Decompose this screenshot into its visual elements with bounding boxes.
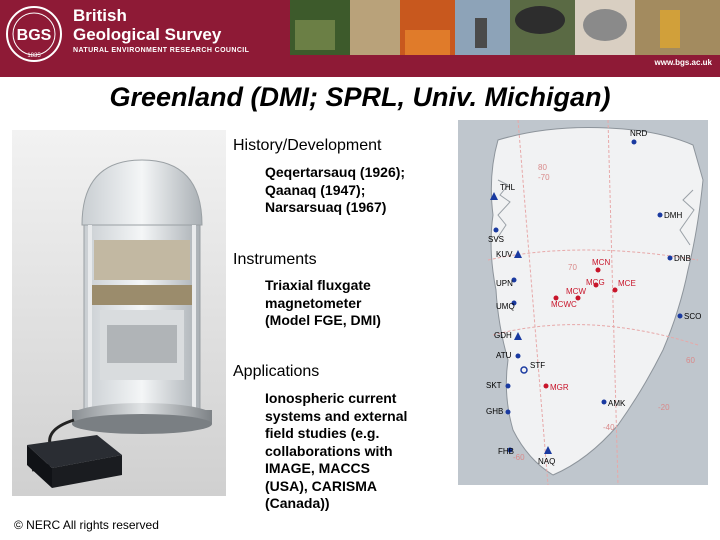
station-label: THL — [500, 183, 516, 192]
heading-history: History/Development — [233, 137, 382, 154]
applications-line: collaborations with — [265, 442, 393, 459]
station-label: GHB — [486, 407, 503, 416]
station-label: SCO — [684, 312, 701, 321]
graticule-label: -20 — [658, 403, 670, 412]
instrument-photo — [12, 130, 226, 496]
org-subtitle: NATURAL ENVIRONMENT RESEARCH COUNCIL — [73, 47, 250, 54]
logo-year: 1835 — [27, 53, 41, 59]
graticule-label: -40 — [603, 423, 615, 432]
station-label: NAQ — [538, 457, 555, 466]
history-line: Narsarsuaq (1967) — [265, 199, 387, 215]
station-label: FHB — [498, 447, 514, 456]
station-label: SKT — [486, 381, 502, 390]
bgs-logo: BGS 1835 — [5, 5, 63, 63]
station-label: MGR — [550, 383, 569, 392]
banner-photo-strip — [290, 0, 720, 55]
heading-instruments: Instruments — [233, 251, 317, 268]
logo-text: BGS — [17, 27, 52, 44]
slide-title: Greenland (DMI; SPRL, Univ. Michigan) — [109, 82, 611, 112]
applications-list: Ionospheric current systems and external… — [265, 390, 407, 513]
history-line: Qeqertarsauq (1926); — [265, 164, 406, 180]
instruments-list: Triaxial fluxgate magnetometer (Model FG… — [265, 277, 381, 330]
header-banner: BGS 1835 British Geological Survey NATUR… — [0, 0, 720, 77]
applications-line: Ionospheric current — [265, 390, 397, 406]
graticule-label: -60 — [513, 453, 525, 462]
applications-line: systems and external — [265, 407, 408, 424]
applications-line: (USA), CARISMA — [265, 477, 377, 494]
station-label: AMK — [608, 399, 626, 408]
station-label: SVS — [488, 235, 504, 244]
station-label: MCG — [586, 278, 605, 287]
station-label: STF — [530, 361, 545, 370]
org-name-line2: Geological Survey — [73, 25, 222, 44]
station-label: UMQ — [496, 302, 515, 311]
graticule-label: 70 — [568, 263, 577, 272]
station-label: MCW — [566, 287, 586, 296]
graticule-label: 60 — [686, 356, 695, 365]
station-label: DNB — [674, 254, 691, 263]
instruments-line: (Model FGE, DMI) — [265, 312, 381, 328]
station-label: MCN — [592, 258, 610, 267]
graticule-label: -70 — [538, 173, 550, 182]
station-label: GDH — [494, 331, 512, 340]
heading-applications: Applications — [233, 363, 320, 380]
station-label: MCE — [618, 279, 636, 288]
applications-line: (Canada)) — [265, 495, 330, 511]
history-list: Qeqertarsauq (1926); Qaanaq (1947); Nars… — [265, 164, 405, 217]
org-name: British Geological Survey — [73, 6, 221, 44]
history-line: Qaanaq (1947); — [265, 181, 366, 198]
station-label: UPN — [496, 279, 513, 288]
station-label: MCWC — [551, 300, 577, 309]
instruments-line: Triaxial fluxgate — [265, 277, 371, 293]
applications-line: IMAGE, MACCS — [265, 460, 370, 476]
copyright-notice: © NERC All rights reserved — [14, 518, 159, 532]
station-label: DMH — [664, 211, 682, 220]
org-name-line1: British — [73, 6, 127, 25]
applications-line: field studies (e.g. — [265, 425, 380, 441]
greenland-station-map: 60 70 80 -70 -60 -40 -20 THL SVS KUV UPN… — [458, 120, 708, 485]
instruments-line: magnetometer — [265, 294, 362, 311]
station-label: ATU — [496, 351, 512, 360]
graticule-label: 80 — [538, 163, 547, 172]
station-label: NRD — [630, 129, 648, 138]
banner-url[interactable]: www.bgs.ac.uk — [655, 58, 713, 67]
station-label: KUV — [496, 250, 513, 259]
